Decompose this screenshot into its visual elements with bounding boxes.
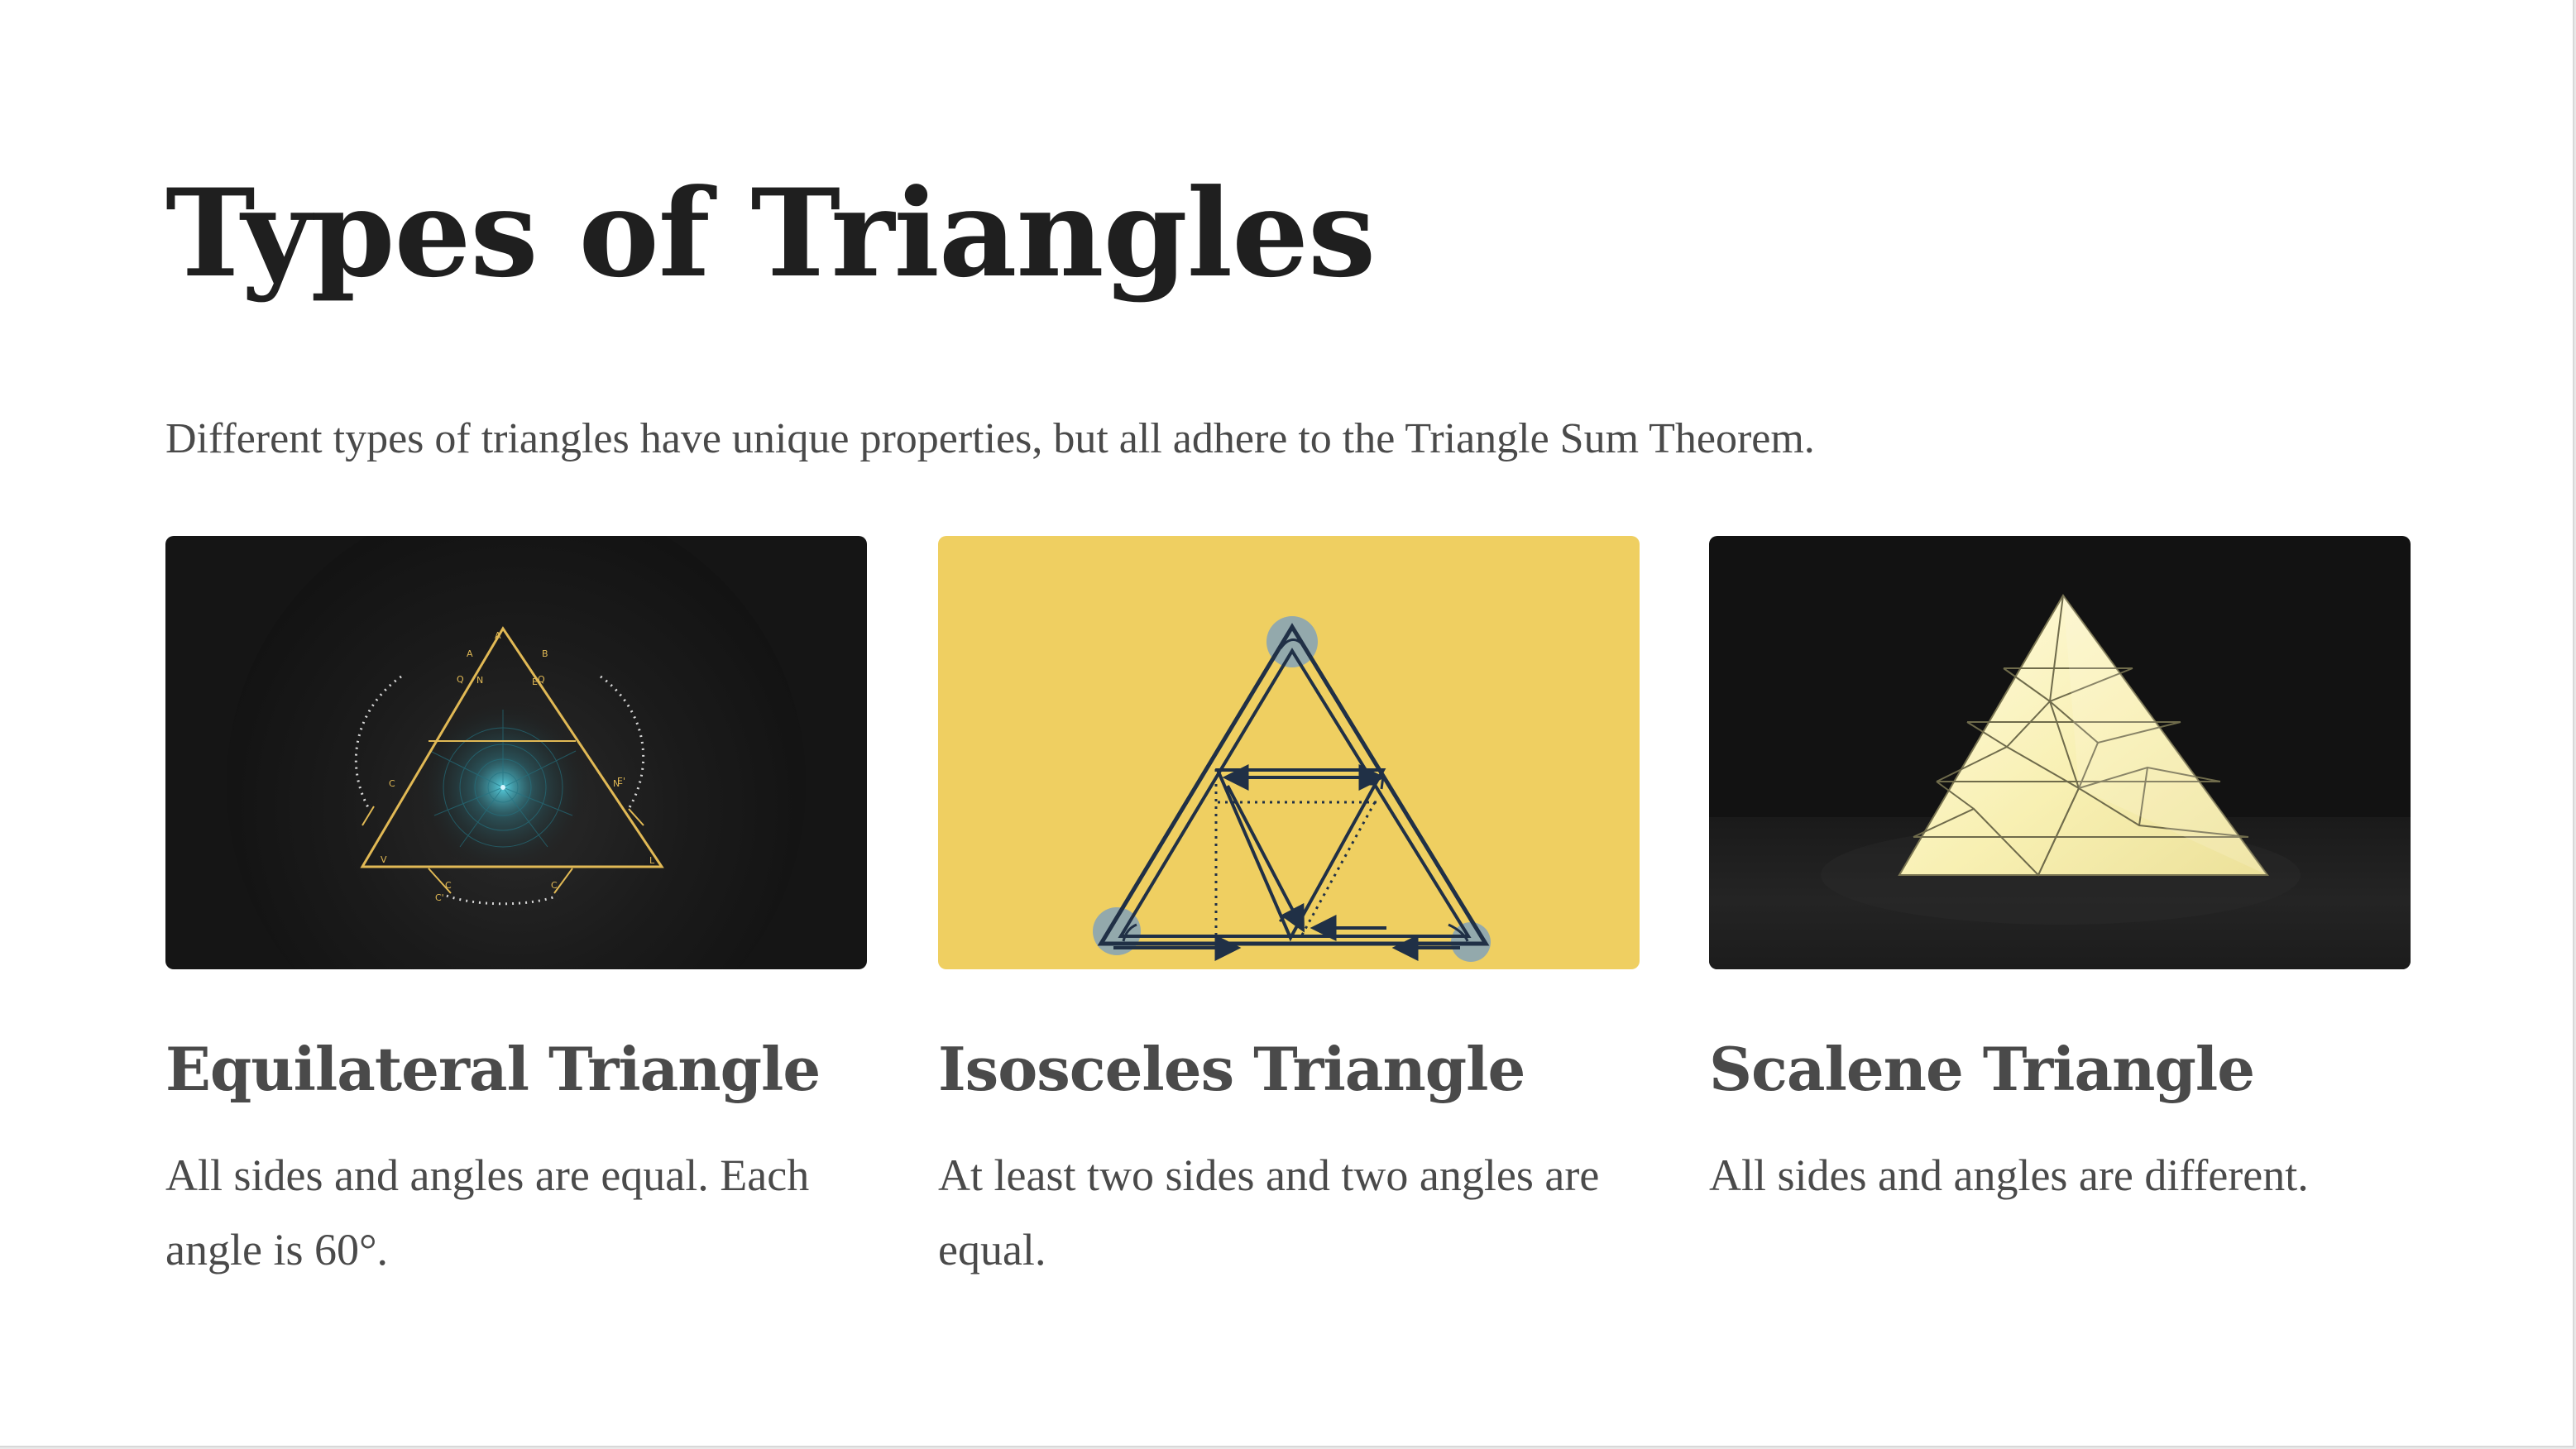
card-heading-equilateral: Equilateral Triangle <box>165 1034 821 1104</box>
svg-text:B: B <box>542 648 548 659</box>
svg-text:L: L <box>649 855 655 866</box>
svg-text:A: A <box>495 630 501 641</box>
svg-text:V: V <box>381 854 387 865</box>
card-body-scalene: All sides and angles are different. <box>1709 1150 2309 1200</box>
equilateral-triangle-image: A BQ QN E C NE' VC C C'LA <box>165 536 867 969</box>
page-subtitle: Different types of triangles have unique… <box>165 415 1815 462</box>
svg-text:C: C <box>551 880 558 891</box>
card-equilateral: ABQ QNE C N E' VCC C' L A Equilateral Triang… <box>165 536 867 1274</box>
svg-text:A: A <box>467 648 473 659</box>
card-heading-isosceles: Isosceles Triangle <box>938 1034 1525 1104</box>
card-heading-scalene: Scalene Triangle <box>1709 1034 2255 1104</box>
isosceles-triangle-image <box>938 536 1640 969</box>
svg-text:C: C <box>445 880 452 891</box>
card-body-isosceles: At least two sides and two angles are eq… <box>938 1150 1600 1274</box>
svg-text:C: C <box>389 778 395 789</box>
page-title: Types of Triangles <box>165 163 1376 304</box>
card-body-equilateral: All sides and angles are equal. Each ang… <box>165 1150 810 1274</box>
card-isosceles: Isosceles Triangle At least two sides an… <box>938 536 1640 1274</box>
scalene-triangle-image <box>1709 536 2411 969</box>
svg-text:Q: Q <box>538 674 545 685</box>
svg-text:C': C' <box>435 892 444 903</box>
svg-text:Q: Q <box>457 674 464 685</box>
svg-text:E': E' <box>617 776 625 787</box>
svg-text:E: E <box>532 677 538 687</box>
card-scalene: Scalene Triangle All sides and angles ar… <box>1709 536 2411 1200</box>
svg-text:N: N <box>476 675 483 686</box>
slide: Types of Triangles Different types of tr… <box>0 0 2574 1447</box>
